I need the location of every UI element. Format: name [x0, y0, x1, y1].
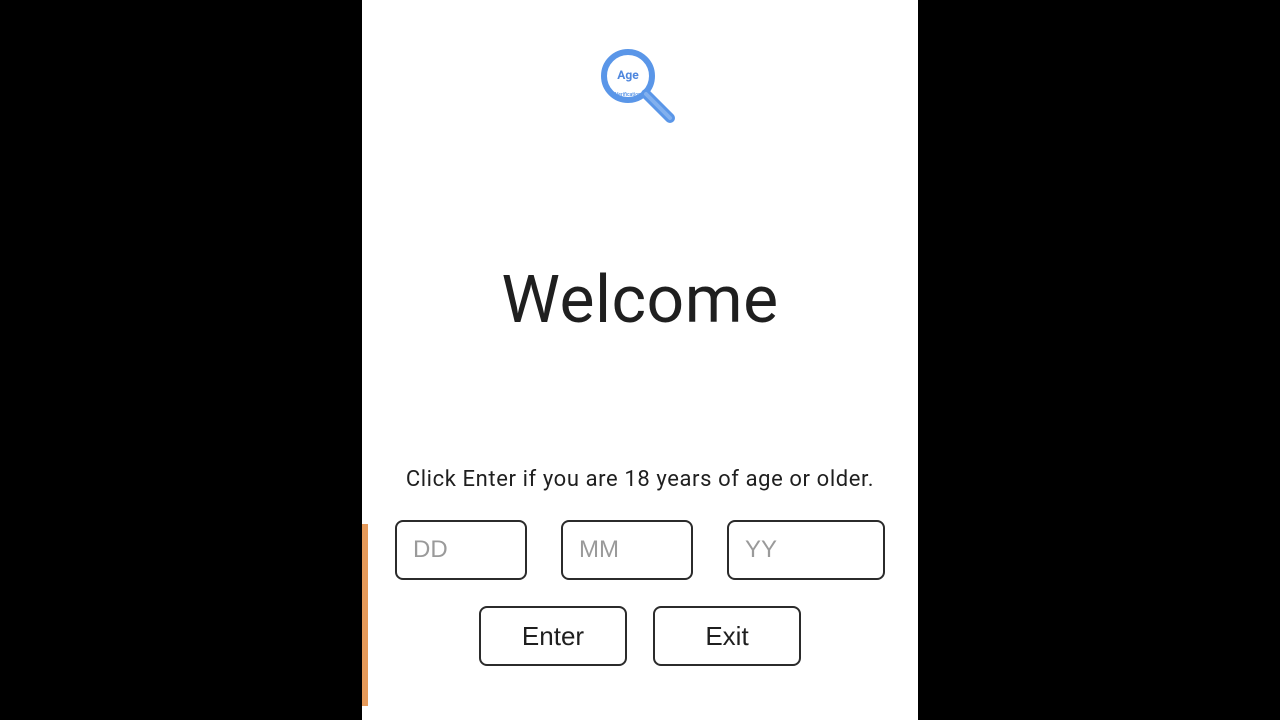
dob-month-input[interactable] — [561, 520, 693, 580]
button-row: Enter Exit — [479, 606, 801, 666]
age-verification-logo: Age Verification — [598, 48, 682, 132]
dob-input-row — [395, 520, 885, 580]
instruction-text: Click Enter if you are 18 years of age o… — [406, 467, 874, 492]
welcome-heading: Welcome — [501, 262, 778, 339]
orange-accent-strip — [362, 524, 368, 706]
dob-year-input[interactable] — [727, 520, 885, 580]
exit-button[interactable]: Exit — [653, 606, 801, 666]
logo-top-text: Age — [617, 68, 639, 82]
logo-bottom-text: Verification — [615, 92, 641, 98]
enter-button[interactable]: Enter — [479, 606, 627, 666]
magnifier-icon: Age Verification — [598, 48, 682, 132]
dob-day-input[interactable] — [395, 520, 527, 580]
age-verification-panel: Age Verification Welcome Click Enter if … — [362, 0, 918, 720]
